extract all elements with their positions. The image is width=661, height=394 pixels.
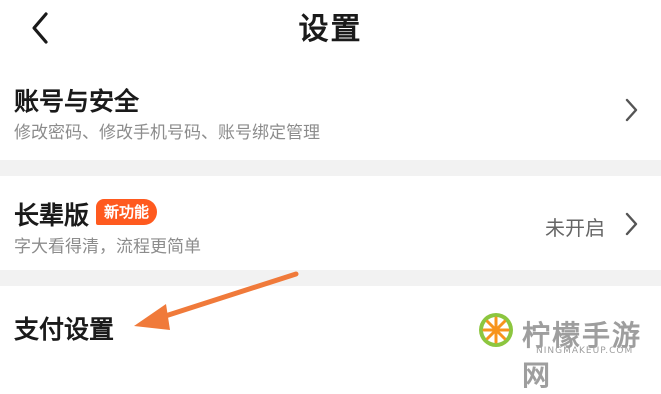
account-security-subtitle: 修改密码、修改手机号码、账号绑定管理: [14, 123, 320, 143]
section-divider: [0, 270, 661, 286]
payment-settings-title: 支付设置: [14, 315, 115, 344]
elder-mode-subtitle: 字大看得清，流程更简单: [14, 237, 201, 257]
watermark-subtext: NINGMAKEUP.COM: [536, 346, 634, 356]
watermark: 柠檬手游网 NINGMAKEUP.COM: [476, 308, 661, 392]
account-security-title: 账号与安全: [14, 87, 140, 116]
account-security-row[interactable]: 账号与安全 修改密码、修改手机号码、账号绑定管理: [0, 68, 661, 158]
new-feature-badge: 新功能: [96, 199, 158, 225]
lemon-logo-icon: [479, 313, 513, 347]
top-bar: 设置: [0, 0, 661, 62]
chevron-right-icon: [625, 212, 638, 236]
chevron-right-icon: [625, 98, 638, 122]
section-divider: [0, 160, 661, 176]
page-title: 设置: [298, 12, 363, 47]
elder-mode-status: 未开启: [545, 216, 605, 240]
elder-mode-title: 长辈版: [14, 201, 90, 230]
